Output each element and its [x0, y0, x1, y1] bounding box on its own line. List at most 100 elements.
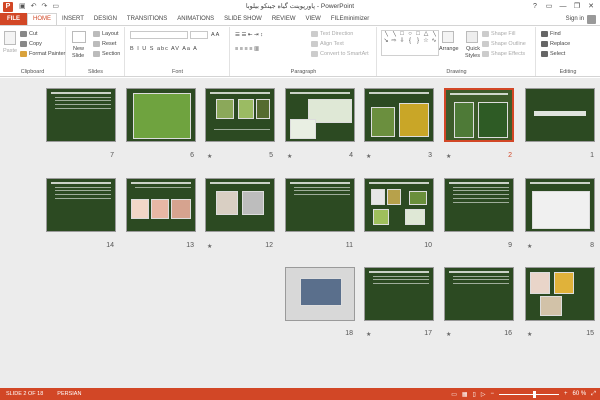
text-direction-button[interactable]: Text Direction: [311, 30, 353, 38]
shape-curve-icon[interactable]: ∿: [430, 38, 438, 45]
new-slide-icon[interactable]: [72, 31, 86, 43]
help-icon[interactable]: ?: [528, 0, 542, 13]
slide-number: 4: [349, 152, 353, 159]
slide-thumbnail-5[interactable]: [205, 88, 275, 142]
slide-sorter[interactable]: 1 2 ★ 3 ★ 4 ★ 5 ★ 6 7 8 ★ 9 10 11 12 ★ 1…: [0, 78, 600, 388]
new-slide-button-line2[interactable]: Slide: [72, 52, 84, 60]
quick-styles-button-line2[interactable]: Styles: [465, 52, 480, 60]
align-text-button[interactable]: Align Text: [311, 40, 344, 48]
shape-line-icon[interactable]: ╲: [390, 31, 398, 38]
paste-icon[interactable]: [4, 31, 16, 45]
slide-thumbnail-9[interactable]: [444, 178, 514, 232]
shape-brace-icon[interactable]: }: [414, 38, 422, 45]
convert-smartart-button[interactable]: Convert to SmartArt: [311, 50, 369, 58]
slide-thumbnail-4[interactable]: [285, 88, 355, 142]
powerpoint-icon[interactable]: P: [3, 1, 13, 12]
shape-rect-icon[interactable]: □: [398, 31, 406, 38]
replace-button[interactable]: Replace: [541, 40, 570, 48]
slide-thumbnail-18[interactable]: [285, 267, 355, 321]
slide-thumbnail-12[interactable]: [205, 178, 275, 232]
slide-thumbnail-11[interactable]: [285, 178, 355, 232]
fit-slide-icon[interactable]: ⤢: [591, 391, 596, 398]
slide-thumbnail-7[interactable]: [46, 88, 116, 142]
font-size-combo[interactable]: [190, 31, 208, 39]
slide-thumbnail-6[interactable]: [126, 88, 196, 142]
shape-fill-button[interactable]: Shape Fill: [482, 30, 515, 38]
tab-fileminimizer[interactable]: FILEminimizer: [326, 13, 374, 25]
close-icon[interactable]: ✕: [584, 0, 598, 13]
select-button[interactable]: Select: [541, 50, 565, 58]
tab-view[interactable]: VIEW: [301, 13, 326, 25]
layout-button[interactable]: Layout: [93, 30, 119, 38]
shape-outline-button[interactable]: Shape Outline: [482, 40, 526, 48]
reset-button[interactable]: Reset: [93, 40, 116, 48]
section-button[interactable]: Section: [93, 50, 120, 58]
slideshow-icon[interactable]: ▭: [52, 2, 59, 12]
shape-effects-button[interactable]: Shape Effects: [482, 50, 525, 58]
restore-icon[interactable]: ❐: [570, 0, 584, 13]
slide-thumbnail-2[interactable]: [444, 88, 514, 142]
normal-view-icon[interactable]: ▭: [451, 391, 457, 398]
slide-thumbnail-1[interactable]: [525, 88, 595, 142]
zoom-in-icon[interactable]: +: [564, 391, 568, 397]
shapes-gallery[interactable]: ╲ ╲ □ ○ □ △ ╲ ↘ ⇨ ⇩{} ☆ ∿: [381, 30, 439, 56]
zoom-slider-knob[interactable]: [533, 390, 537, 398]
arrange-button[interactable]: Arrange: [439, 45, 459, 53]
tab-design[interactable]: DESIGN: [89, 13, 122, 25]
align-buttons[interactable]: ≡ ≡ ≡ ≡ ▥: [235, 45, 259, 53]
slide-thumbnail-14[interactable]: [46, 178, 116, 232]
arrange-icon[interactable]: [442, 31, 454, 43]
slide-text: [210, 92, 270, 94]
avatar[interactable]: [587, 15, 596, 24]
find-button[interactable]: Find: [541, 30, 561, 38]
format-painter-button[interactable]: Format Painter: [20, 50, 65, 58]
shape-arrow-icon[interactable]: ↘: [382, 38, 390, 45]
undo-icon[interactable]: ↶: [31, 2, 37, 12]
reading-view-icon[interactable]: ▯: [473, 391, 476, 398]
tab-slide-show[interactable]: SLIDE SHOW: [219, 13, 267, 25]
shape-arrow-icon[interactable]: ⇨: [390, 38, 398, 45]
shape-arrow-icon[interactable]: ⇩: [398, 38, 406, 45]
slide-thumbnail-10[interactable]: [364, 178, 434, 232]
ribbon-display-icon[interactable]: ▭: [542, 0, 556, 13]
slide-counter[interactable]: SLIDE 2 OF 18: [6, 391, 43, 397]
language-indicator[interactable]: PERSIAN: [57, 391, 81, 397]
slide-sorter-icon[interactable]: ▦: [462, 391, 468, 398]
minimize-icon[interactable]: —: [556, 0, 570, 13]
tab-transitions[interactable]: TRANSITIONS: [122, 13, 172, 25]
tab-review[interactable]: REVIEW: [267, 13, 301, 25]
save-icon[interactable]: ▣: [19, 2, 26, 12]
cut-button[interactable]: Cut: [20, 30, 38, 38]
slide-thumbnail-3[interactable]: [364, 88, 434, 142]
zoom-slider[interactable]: [498, 390, 559, 398]
shape-oval-icon[interactable]: ○: [406, 31, 414, 38]
slide-thumbnail-16[interactable]: [444, 267, 514, 321]
slide-thumbnail-15[interactable]: [525, 267, 595, 321]
slide-thumbnail-17[interactable]: [364, 267, 434, 321]
grow-font-icon[interactable]: A A: [211, 31, 219, 39]
font-format-buttons[interactable]: B I U S abc AV Aa A: [130, 45, 198, 53]
paste-button[interactable]: Paste: [3, 47, 17, 55]
shape-brace-icon[interactable]: {: [406, 38, 414, 45]
font-name-combo[interactable]: [130, 31, 188, 39]
slide-thumbnail-13[interactable]: [126, 178, 196, 232]
copy-button[interactable]: Copy: [20, 40, 42, 48]
zoom-out-icon[interactable]: −: [490, 391, 494, 397]
redo-icon[interactable]: ↷: [42, 2, 48, 12]
slide-text: [453, 187, 509, 188]
slideshow-view-icon[interactable]: ▷: [481, 391, 486, 398]
tab-animations[interactable]: ANIMATIONS: [172, 13, 219, 25]
sign-in-link[interactable]: Sign in: [566, 13, 584, 25]
tab-file[interactable]: FILE: [0, 13, 27, 25]
shape-star-icon[interactable]: ☆: [422, 38, 430, 45]
zoom-level[interactable]: 60 %: [573, 391, 587, 397]
shape-triangle-icon[interactable]: △: [422, 31, 430, 38]
shape-line-icon[interactable]: ╲: [382, 31, 390, 38]
quick-styles-icon[interactable]: [466, 31, 478, 43]
slide-thumbnail-8[interactable]: [525, 178, 595, 232]
shape-line-icon[interactable]: ╲: [430, 31, 438, 38]
tab-insert[interactable]: INSERT: [57, 13, 89, 25]
tab-home[interactable]: HOME: [27, 13, 57, 25]
list-buttons[interactable]: ☰ ☰ ⇤ ⇥ ↕: [235, 31, 263, 39]
shape-rect-icon[interactable]: □: [414, 31, 422, 38]
